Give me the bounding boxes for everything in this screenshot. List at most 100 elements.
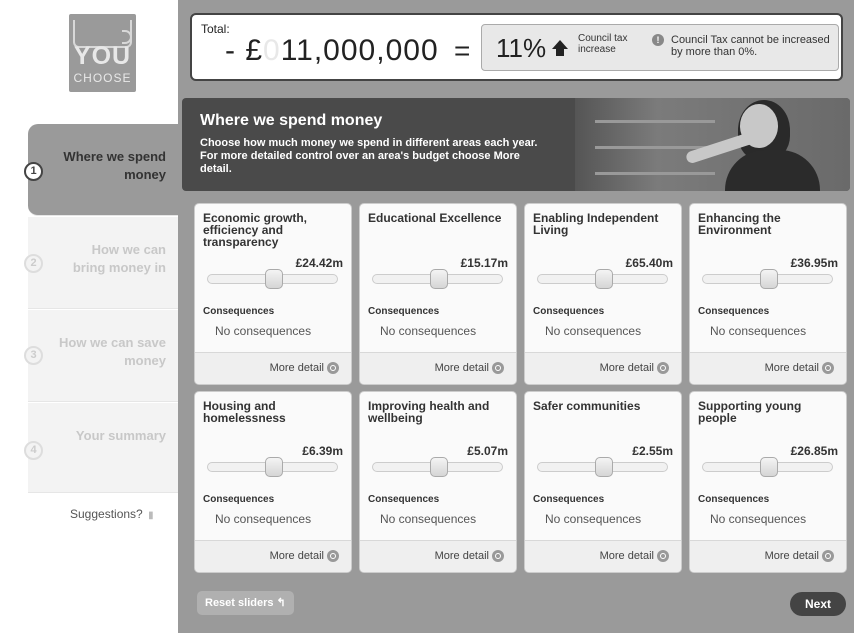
- more-detail-link[interactable]: More detail: [600, 362, 669, 375]
- more-detail-label: More detail: [764, 362, 819, 374]
- slider-handle[interactable]: [265, 269, 283, 289]
- magnify-icon: [657, 550, 669, 563]
- budget-slider[interactable]: [372, 457, 503, 477]
- main-panel: Total: - £011,000,000 = 11% Council tax …: [178, 0, 854, 633]
- sidebar-item-summary[interactable]: Your summary: [28, 403, 178, 493]
- more-detail-link[interactable]: More detail: [599, 550, 669, 563]
- reset-sliders-button[interactable]: Reset sliders ↰: [197, 591, 294, 615]
- magnify-icon: [822, 362, 834, 375]
- consequences-label: Consequences: [368, 494, 440, 505]
- step-number-badge: 3: [24, 346, 43, 365]
- sidebar-item-save-money[interactable]: How we can save money: [28, 310, 178, 402]
- sidebar-item-label: How we can save money: [59, 335, 166, 368]
- step-number-badge: 1: [24, 162, 43, 181]
- tax-caption: Council tax increase: [578, 33, 628, 55]
- consequences-text: No consequences: [545, 512, 642, 526]
- budget-card: Enabling Independent Living £65.40m Conseq…: [524, 203, 682, 385]
- budget-slider[interactable]: [372, 269, 503, 289]
- slider-handle[interactable]: [595, 269, 613, 289]
- more-detail-link[interactable]: More detail: [270, 362, 339, 375]
- card-value: £36.95m: [790, 256, 838, 270]
- card-value: £6.39m: [302, 444, 343, 458]
- slider-handle[interactable]: [760, 269, 778, 289]
- magnify-icon: [657, 362, 669, 375]
- more-detail-link[interactable]: More detail: [434, 550, 504, 563]
- budget-card: Improving health and wellbeing £5.07m Cons…: [359, 391, 517, 573]
- card-title: Safer communities: [533, 399, 641, 413]
- card-footer: More detail: [360, 540, 516, 572]
- consequences-text: No consequences: [215, 512, 312, 526]
- consequences-label: Consequences: [698, 494, 770, 505]
- budget-card: Economic growth, efficiency and transpar…: [194, 203, 352, 385]
- slider-handle[interactable]: [265, 457, 283, 477]
- card-value: £2.55m: [632, 444, 673, 458]
- budget-card: Educational Excellence £15.17m Consequence…: [359, 203, 517, 385]
- up-arrow-icon: [552, 40, 568, 56]
- card-title: Educational Excellence: [368, 211, 502, 225]
- budget-card: Safer communities £2.55m Consequences No co…: [524, 391, 682, 573]
- consequences-text: No consequences: [710, 512, 807, 526]
- suggestions-label: Suggestions?: [70, 507, 143, 521]
- consequences-label: Consequences: [533, 494, 605, 505]
- banner-title: Where we spend money: [200, 112, 383, 129]
- total-value: - £011,000,000: [225, 34, 439, 68]
- sidebar-item-label: Your summary: [75, 428, 166, 443]
- logo-you-text: YOU: [73, 42, 132, 70]
- card-footer: More detail: [525, 352, 681, 384]
- budget-card: Enhancing the Environment £36.95m Conseque…: [689, 203, 847, 385]
- consequences-label: Consequences: [368, 306, 440, 317]
- budget-slider[interactable]: [207, 269, 338, 289]
- step-number-badge: 4: [24, 441, 43, 460]
- next-button[interactable]: Next: [790, 592, 846, 616]
- consequences-label: Consequences: [533, 306, 605, 317]
- reset-label: Reset sliders: [205, 597, 274, 609]
- card-value: £5.07m: [467, 444, 508, 458]
- more-detail-label: More detail: [434, 550, 489, 562]
- budget-slider[interactable]: [537, 457, 668, 477]
- consequences-text: No consequences: [380, 512, 477, 526]
- slider-handle[interactable]: [430, 269, 448, 289]
- consequences-text: No consequences: [380, 324, 477, 338]
- card-title: Economic growth, efficiency and transpar…: [203, 211, 308, 249]
- sidebar-item-spend[interactable]: Where we spend money: [28, 124, 178, 216]
- banner-text: Choose how much money we spend in differ…: [200, 137, 538, 175]
- budget-slider[interactable]: [702, 457, 833, 477]
- more-detail-link[interactable]: More detail: [434, 362, 504, 375]
- more-detail-link[interactable]: More detail: [269, 550, 339, 563]
- card-title: Enabling Independent Living: [533, 211, 659, 237]
- more-detail-link[interactable]: More detail: [765, 550, 834, 563]
- total-summary: Total: - £011,000,000 = 11% Council tax …: [190, 13, 843, 81]
- step-number-badge: 2: [24, 254, 43, 273]
- budget-slider[interactable]: [537, 269, 668, 289]
- card-title: Enhancing the Environment: [698, 211, 781, 237]
- sidebar-item-label: How we can bring money in: [72, 242, 166, 275]
- council-tax-box: 11% Council tax increase ! Council Tax c…: [481, 24, 839, 71]
- budget-card: Housing and homelessness £6.39m Consequenc…: [194, 391, 352, 573]
- consequences-text: No consequences: [215, 324, 312, 338]
- suggestions-link[interactable]: Suggestions? ▮: [70, 507, 154, 521]
- more-detail-label: More detail: [434, 362, 489, 374]
- card-value: £24.42m: [295, 256, 343, 270]
- info-icon: !: [652, 34, 664, 46]
- card-value: £65.40m: [625, 256, 673, 270]
- more-detail-label: More detail: [269, 550, 324, 562]
- sidebar-item-bring-money-in[interactable]: How we can bring money in: [28, 217, 178, 309]
- card-value: £15.17m: [460, 256, 508, 270]
- slider-handle[interactable]: [430, 457, 448, 477]
- magnify-icon: [492, 550, 504, 563]
- slider-handle[interactable]: [760, 457, 778, 477]
- slider-handle[interactable]: [595, 457, 613, 477]
- more-detail-link[interactable]: More detail: [764, 362, 834, 375]
- more-detail-label: More detail: [599, 550, 654, 562]
- sidebar-item-label: Where we spend money: [63, 149, 166, 182]
- consequences-text: No consequences: [710, 324, 807, 338]
- tax-percent: 11%: [496, 33, 547, 63]
- card-footer: More detail: [690, 352, 846, 384]
- budget-slider[interactable]: [207, 457, 338, 477]
- sidebar: YOU CHOOSE Where we spend money 1 How we…: [0, 0, 178, 633]
- budget-slider[interactable]: [702, 269, 833, 289]
- undo-icon: ↰: [276, 597, 286, 609]
- card-footer: More detail: [690, 540, 846, 572]
- banner-photo: [575, 98, 850, 191]
- tax-note: Council Tax cannot be increased by more …: [671, 34, 830, 58]
